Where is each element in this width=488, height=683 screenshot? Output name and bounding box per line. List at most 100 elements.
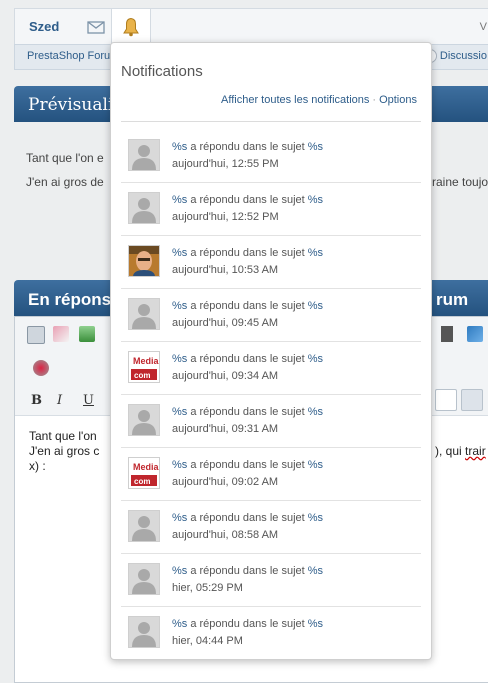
avatar[interactable]: Media com: [128, 457, 160, 489]
notification-topic-placeholder[interactable]: %s: [308, 459, 323, 471]
media-logo-top: Media: [133, 356, 159, 366]
preview-text-line1: Tant que l'on e: [26, 151, 104, 165]
editor-text-line2: J'en ai gros c: [29, 444, 100, 458]
notification-time: aujourd'hui, 09:34 AM: [172, 370, 279, 382]
notification-text[interactable]: %s a répondu dans le sujet %s: [172, 141, 323, 153]
template-icon[interactable]: [79, 326, 95, 342]
notification-item[interactable]: %s a répondu dans le sujet %s aujourd'hui…: [121, 396, 421, 448]
notification-user-placeholder[interactable]: %s: [172, 247, 187, 259]
source-icon[interactable]: [27, 326, 45, 344]
bell-icon: [123, 17, 139, 37]
bidi-icon[interactable]: [467, 326, 483, 342]
notification-action-text: a répondu dans le sujet: [187, 141, 308, 153]
notification-time: aujourd'hui, 09:31 AM: [172, 423, 279, 435]
notification-item[interactable]: %s a répondu dans le sujet %s aujourd'hui…: [121, 184, 421, 236]
notification-text[interactable]: %s a répondu dans le sujet %s: [172, 459, 323, 471]
notification-item[interactable]: Media com %s a répondu dans le sujet %s auj…: [121, 343, 421, 395]
top-right-link[interactable]: V: [480, 21, 487, 33]
notification-user-placeholder[interactable]: %s: [172, 406, 187, 418]
notification-user-placeholder[interactable]: %s: [172, 459, 187, 471]
notification-action-text: a répondu dans le sujet: [187, 512, 308, 524]
avatar[interactable]: [128, 510, 160, 542]
bold-button[interactable]: B: [31, 393, 42, 408]
breadcrumb-home[interactable]: PrestaShop Forum: [27, 50, 119, 62]
notifications-divider: [121, 121, 421, 122]
preview-text-line2: J'en ai gros de: [26, 175, 104, 189]
notification-item[interactable]: %s a répondu dans le sujet %s hier, 04:44…: [121, 608, 421, 659]
show-all-notifications-link[interactable]: Afficher toutes les notifications: [221, 94, 369, 106]
notification-action-text: a répondu dans le sujet: [187, 406, 308, 418]
editor-text-line3: x) :: [29, 459, 46, 473]
notification-topic-placeholder[interactable]: %s: [308, 194, 323, 206]
notification-text[interactable]: %s a répondu dans le sujet %s: [172, 512, 323, 524]
underline-button[interactable]: U: [83, 393, 94, 408]
notification-time: aujourd'hui, 12:52 PM: [172, 211, 279, 223]
media-logo-bottom: com: [134, 477, 150, 486]
avatar[interactable]: Media com: [128, 351, 160, 383]
binoculars-icon[interactable]: [441, 326, 453, 342]
reply-title-end: rum: [436, 290, 469, 309]
notification-item[interactable]: %s a répondu dans le sujet %s aujourd'hui…: [121, 502, 421, 554]
eraser-icon[interactable]: [53, 326, 69, 342]
notification-text[interactable]: %s a répondu dans le sujet %s: [172, 618, 323, 630]
notification-topic-placeholder[interactable]: %s: [308, 247, 323, 259]
notification-item[interactable]: %s a répondu dans le sujet %s aujourd'hui…: [121, 131, 421, 183]
notification-user-placeholder[interactable]: %s: [172, 141, 187, 153]
notification-time: aujourd'hui, 12:55 PM: [172, 158, 279, 170]
notifications-title: Notifications: [121, 63, 203, 80]
notification-user-placeholder[interactable]: %s: [172, 353, 187, 365]
justify-button[interactable]: [461, 389, 483, 411]
avatar[interactable]: [128, 563, 160, 595]
align-right-button[interactable]: [435, 389, 457, 411]
username-link[interactable]: Szed: [29, 19, 59, 34]
notification-text[interactable]: %s a répondu dans le sujet %s: [172, 300, 323, 312]
notification-user-placeholder[interactable]: %s: [172, 565, 187, 577]
notification-user-placeholder[interactable]: %s: [172, 618, 187, 630]
notification-time: aujourd'hui, 09:02 AM: [172, 476, 279, 488]
notifications-links: Afficher toutes les notifications · Option…: [221, 94, 417, 106]
notification-text[interactable]: %s a répondu dans le sujet %s: [172, 406, 323, 418]
notification-action-text: a répondu dans le sujet: [187, 247, 308, 259]
notification-user-placeholder[interactable]: %s: [172, 512, 187, 524]
media-logo-top: Media: [133, 462, 159, 472]
notification-time: hier, 05:29 PM: [172, 582, 243, 594]
notification-topic-placeholder[interactable]: %s: [308, 565, 323, 577]
notification-time: aujourd'hui, 10:53 AM: [172, 264, 279, 276]
avatar[interactable]: [128, 192, 160, 224]
notification-text[interactable]: %s a répondu dans le sujet %s: [172, 194, 323, 206]
notification-time: aujourd'hui, 08:58 AM: [172, 529, 279, 541]
notification-topic-placeholder[interactable]: %s: [308, 141, 323, 153]
notification-topic-placeholder[interactable]: %s: [308, 353, 323, 365]
notification-options-link[interactable]: Options: [379, 94, 417, 106]
notification-action-text: a répondu dans le sujet: [187, 194, 308, 206]
avatar[interactable]: [128, 139, 160, 171]
notification-action-text: a répondu dans le sujet: [187, 300, 308, 312]
avatar[interactable]: [128, 404, 160, 436]
avatar[interactable]: [128, 245, 160, 277]
avatar[interactable]: [128, 616, 160, 648]
breadcrumb-discussion[interactable]: Discussio: [440, 50, 487, 62]
misspelled-word: trair: [465, 444, 486, 458]
remove-format-icon[interactable]: [33, 360, 49, 376]
notification-topic-placeholder[interactable]: %s: [308, 300, 323, 312]
notification-item[interactable]: %s a répondu dans le sujet %s aujourd'hui…: [121, 237, 421, 289]
notification-topic-placeholder[interactable]: %s: [308, 618, 323, 630]
notification-action-text: a répondu dans le sujet: [187, 459, 308, 471]
notification-user-placeholder[interactable]: %s: [172, 300, 187, 312]
notification-topic-placeholder[interactable]: %s: [308, 406, 323, 418]
notification-user-placeholder[interactable]: %s: [172, 194, 187, 206]
preview-text-line2-right: raine toujo: [432, 175, 488, 189]
notification-text[interactable]: %s a répondu dans le sujet %s: [172, 247, 323, 259]
notifications-tab[interactable]: [111, 9, 151, 45]
mail-icon[interactable]: [83, 17, 109, 37]
notification-item[interactable]: %s a répondu dans le sujet %s aujourd'hui…: [121, 290, 421, 342]
avatar[interactable]: [128, 298, 160, 330]
notification-text[interactable]: %s a répondu dans le sujet %s: [172, 353, 323, 365]
notification-text[interactable]: %s a répondu dans le sujet %s: [172, 565, 323, 577]
notification-item[interactable]: %s a répondu dans le sujet %s hier, 05:29…: [121, 555, 421, 607]
notification-action-text: a répondu dans le sujet: [187, 353, 308, 365]
notification-topic-placeholder[interactable]: %s: [308, 512, 323, 524]
notification-item[interactable]: Media com %s a répondu dans le sujet %s auj…: [121, 449, 421, 501]
preview-title: Prévisuali: [28, 95, 114, 115]
italic-button[interactable]: I: [57, 393, 62, 408]
